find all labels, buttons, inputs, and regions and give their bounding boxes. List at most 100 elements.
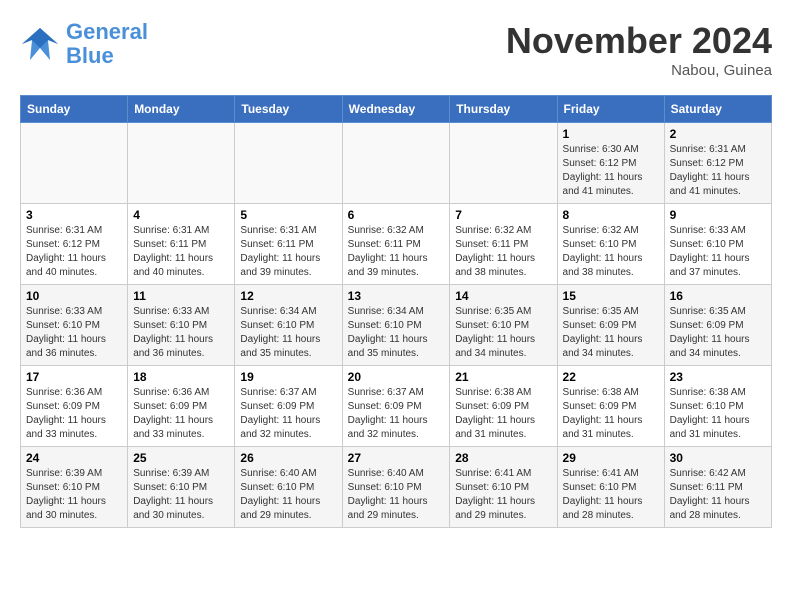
day-number: 2 [670,127,766,141]
day-number: 30 [670,451,766,465]
calendar-table: Sunday Monday Tuesday Wednesday Thursday… [20,95,772,528]
calendar-cell: 10Sunrise: 6:33 AM Sunset: 6:10 PM Dayli… [21,285,128,366]
calendar-row-2: 3 Sunrise: 6:31 AM Sunset: 6:12 PM Daylig… [21,204,772,285]
day-info: Sunrise: 6:33 AM Sunset: 6:10 PM Dayligh… [26,305,122,361]
calendar-cell: 20 Sunrise: 6:37 AM Sunset: 6:09 PM Dayli… [342,366,450,447]
calendar-cell: 25 Sunrise: 6:39 AM Sunset: 6:10 PM Dayli… [128,447,235,528]
day-info: Sunrise: 6:39 AM Sunset: 6:10 PM Dayligh… [26,467,122,523]
calendar-cell: 23 Sunrise: 6:38 AM Sunset: 6:10 PM Dayli… [664,366,771,447]
calendar-row-3: 10Sunrise: 6:33 AM Sunset: 6:10 PM Dayli… [21,285,772,366]
logo: General Blue [20,20,148,68]
col-thursday: Thursday [450,96,557,123]
col-monday: Monday [128,96,235,123]
day-info: Sunrise: 6:34 AM Sunset: 6:10 PM Dayligh… [240,305,336,361]
day-number: 5 [240,208,336,222]
day-number: 28 [455,451,551,465]
day-info: Sunrise: 6:30 AM Sunset: 6:12 PM Dayligh… [563,143,659,199]
day-info: Sunrise: 6:32 AM Sunset: 6:11 PM Dayligh… [348,224,445,280]
calendar-cell: 30Sunrise: 6:42 AM Sunset: 6:11 PM Dayli… [664,447,771,528]
day-info: Sunrise: 6:38 AM Sunset: 6:10 PM Dayligh… [670,386,766,442]
day-number: 21 [455,370,551,384]
day-info: Sunrise: 6:33 AM Sunset: 6:10 PM Dayligh… [670,224,766,280]
logo-icon [20,26,60,62]
day-info: Sunrise: 6:32 AM Sunset: 6:11 PM Dayligh… [455,224,551,280]
col-tuesday: Tuesday [235,96,342,123]
month-title: November 2024 [506,20,772,62]
day-number: 29 [563,451,659,465]
col-wednesday: Wednesday [342,96,450,123]
header-row: Sunday Monday Tuesday Wednesday Thursday… [21,96,772,123]
day-number: 16 [670,289,766,303]
day-info: Sunrise: 6:33 AM Sunset: 6:10 PM Dayligh… [133,305,229,361]
col-friday: Friday [557,96,664,123]
day-info: Sunrise: 6:31 AM Sunset: 6:11 PM Dayligh… [133,224,229,280]
calendar-cell: 22 Sunrise: 6:38 AM Sunset: 6:09 PM Dayli… [557,366,664,447]
day-number: 24 [26,451,122,465]
calendar-cell [21,123,128,204]
day-number: 6 [348,208,445,222]
day-info: Sunrise: 6:38 AM Sunset: 6:09 PM Dayligh… [563,386,659,442]
calendar-cell: 5Sunrise: 6:31 AM Sunset: 6:11 PM Daylig… [235,204,342,285]
day-info: Sunrise: 6:31 AM Sunset: 6:12 PM Dayligh… [670,143,766,199]
calendar-cell: 7 Sunrise: 6:32 AM Sunset: 6:11 PM Daylig… [450,204,557,285]
day-info: Sunrise: 6:40 AM Sunset: 6:10 PM Dayligh… [240,467,336,523]
day-number: 25 [133,451,229,465]
calendar-cell: 9Sunrise: 6:33 AM Sunset: 6:10 PM Daylig… [664,204,771,285]
calendar-row-4: 17 Sunrise: 6:36 AM Sunset: 6:09 PM Dayli… [21,366,772,447]
day-number: 17 [26,370,122,384]
calendar-cell [450,123,557,204]
day-number: 8 [563,208,659,222]
calendar-cell: 27 Sunrise: 6:40 AM Sunset: 6:10 PM Dayli… [342,447,450,528]
calendar-cell: 13Sunrise: 6:34 AM Sunset: 6:10 PM Dayli… [342,285,450,366]
calendar-cell: 28Sunrise: 6:41 AM Sunset: 6:10 PM Dayli… [450,447,557,528]
calendar-cell: 8 Sunrise: 6:32 AM Sunset: 6:10 PM Daylig… [557,204,664,285]
day-info: Sunrise: 6:37 AM Sunset: 6:09 PM Dayligh… [240,386,336,442]
calendar-cell: 21Sunrise: 6:38 AM Sunset: 6:09 PM Dayli… [450,366,557,447]
page-header: General Blue November 2024 Nabou, Guinea [20,20,772,79]
calendar-cell: 14Sunrise: 6:35 AM Sunset: 6:10 PM Dayli… [450,285,557,366]
day-info: Sunrise: 6:37 AM Sunset: 6:09 PM Dayligh… [348,386,445,442]
calendar-cell: 26Sunrise: 6:40 AM Sunset: 6:10 PM Dayli… [235,447,342,528]
logo-line1: General [66,19,148,44]
day-info: Sunrise: 6:31 AM Sunset: 6:12 PM Dayligh… [26,224,122,280]
day-number: 1 [563,127,659,141]
day-info: Sunrise: 6:35 AM Sunset: 6:09 PM Dayligh… [670,305,766,361]
calendar-cell: 29Sunrise: 6:41 AM Sunset: 6:10 PM Dayli… [557,447,664,528]
day-info: Sunrise: 6:35 AM Sunset: 6:09 PM Dayligh… [563,305,659,361]
day-number: 4 [133,208,229,222]
day-number: 20 [348,370,445,384]
day-number: 22 [563,370,659,384]
calendar-cell: 1 Sunrise: 6:30 AM Sunset: 6:12 PM Daylig… [557,123,664,204]
calendar-cell: 15 Sunrise: 6:35 AM Sunset: 6:09 PM Dayli… [557,285,664,366]
calendar-cell [235,123,342,204]
calendar-body: 1 Sunrise: 6:30 AM Sunset: 6:12 PM Daylig… [21,123,772,528]
calendar-cell: 19 Sunrise: 6:37 AM Sunset: 6:09 PM Dayli… [235,366,342,447]
day-number: 18 [133,370,229,384]
day-number: 19 [240,370,336,384]
calendar-cell [128,123,235,204]
day-info: Sunrise: 6:32 AM Sunset: 6:10 PM Dayligh… [563,224,659,280]
col-saturday: Saturday [664,96,771,123]
day-number: 12 [240,289,336,303]
calendar-cell: 11Sunrise: 6:33 AM Sunset: 6:10 PM Dayli… [128,285,235,366]
day-number: 27 [348,451,445,465]
calendar-cell: 3 Sunrise: 6:31 AM Sunset: 6:12 PM Daylig… [21,204,128,285]
day-number: 7 [455,208,551,222]
day-info: Sunrise: 6:39 AM Sunset: 6:10 PM Dayligh… [133,467,229,523]
calendar-row-5: 24 Sunrise: 6:39 AM Sunset: 6:10 PM Dayli… [21,447,772,528]
calendar-cell: 6 Sunrise: 6:32 AM Sunset: 6:11 PM Daylig… [342,204,450,285]
day-info: Sunrise: 6:34 AM Sunset: 6:10 PM Dayligh… [348,305,445,361]
calendar-cell: 17 Sunrise: 6:36 AM Sunset: 6:09 PM Dayli… [21,366,128,447]
logo-line2: Blue [66,43,114,68]
day-number: 23 [670,370,766,384]
location: Nabou, Guinea [506,62,772,79]
calendar-cell [342,123,450,204]
calendar-cell: 12 Sunrise: 6:34 AM Sunset: 6:10 PM Dayli… [235,285,342,366]
day-number: 15 [563,289,659,303]
calendar-header: Sunday Monday Tuesday Wednesday Thursday… [21,96,772,123]
calendar-cell: 16 Sunrise: 6:35 AM Sunset: 6:09 PM Dayli… [664,285,771,366]
day-info: Sunrise: 6:40 AM Sunset: 6:10 PM Dayligh… [348,467,445,523]
logo-text: General Blue [66,20,148,68]
day-number: 3 [26,208,122,222]
day-info: Sunrise: 6:36 AM Sunset: 6:09 PM Dayligh… [26,386,122,442]
